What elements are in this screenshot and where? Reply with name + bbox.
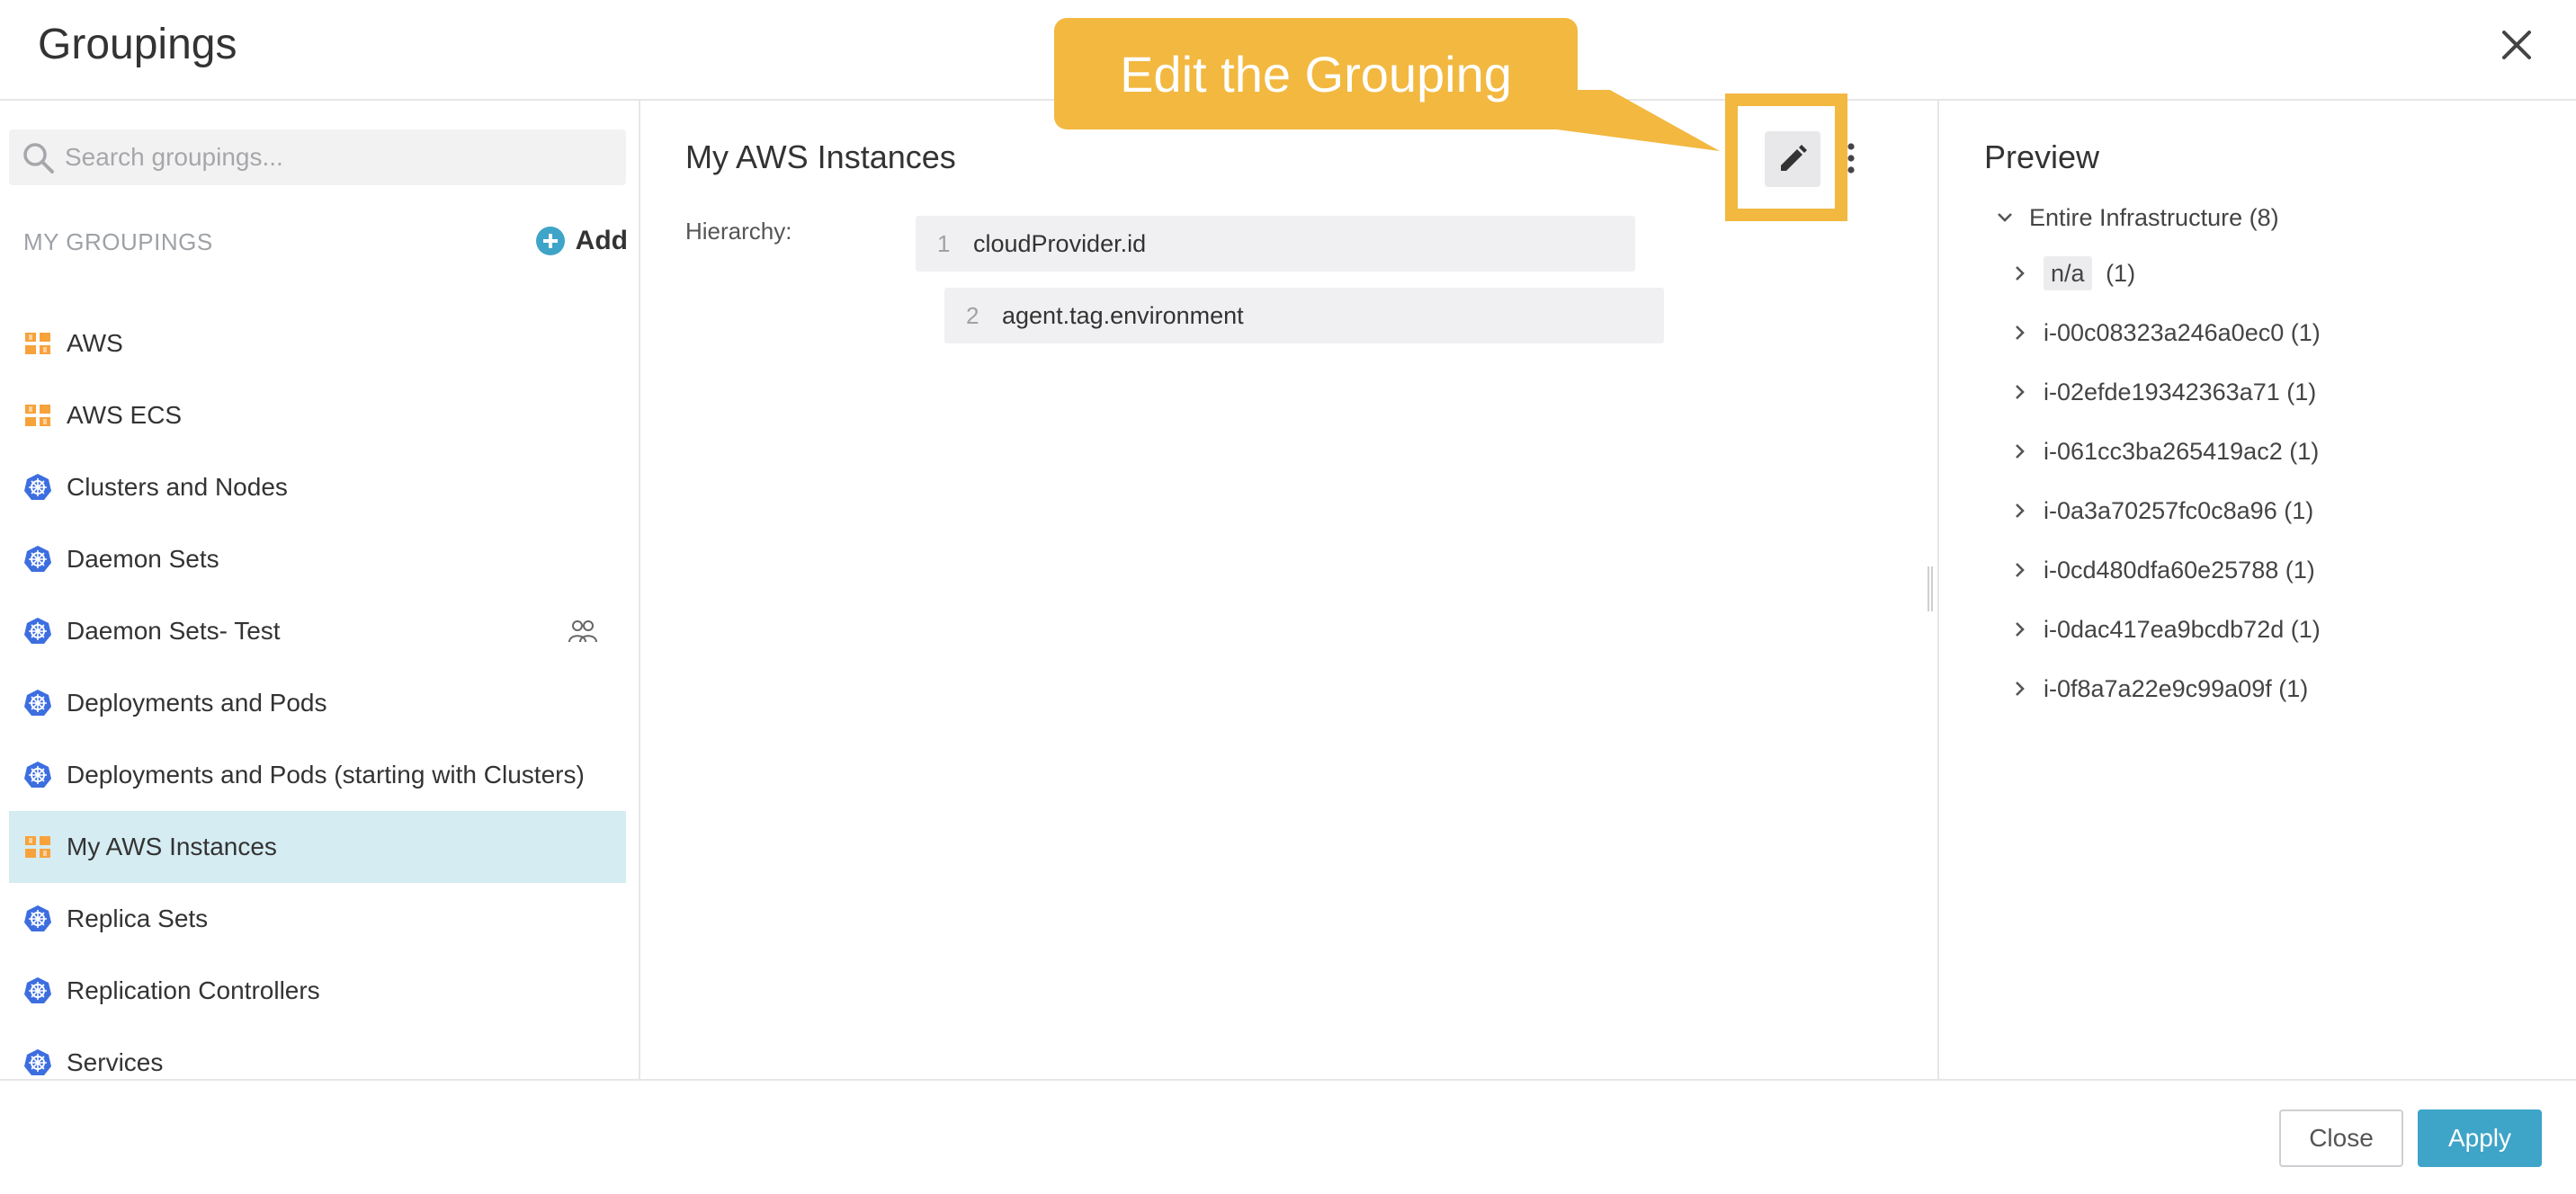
hierarchy-value: cloudProvider.id — [973, 229, 1147, 257]
hierarchy-number: 1 — [937, 229, 951, 257]
kubernetes-icon — [23, 689, 52, 717]
sidebar-item-label: Deployments and Pods (starting with Clus… — [67, 761, 585, 789]
add-grouping-button[interactable]: Add — [535, 223, 628, 259]
tree-node-label: i-061cc3ba265419ac2 (1) — [2044, 437, 2320, 465]
tree-node-label: i-0cd480dfa60e25788 (1) — [2044, 556, 2315, 584]
chevron-right-icon — [2016, 682, 2025, 696]
dialog-title: Groupings — [38, 21, 237, 68]
sidebar-item-replication-controllers[interactable]: Replication Controllers — [9, 955, 626, 1027]
close-icon[interactable] — [2495, 23, 2538, 67]
chevron-right-icon — [2016, 325, 2025, 340]
tree-node-label: n/a (1) — [2044, 255, 2135, 290]
more-options-icon[interactable] — [1844, 142, 1858, 174]
shared-users-icon — [568, 619, 597, 644]
close-button[interactable]: Close — [2279, 1109, 2403, 1167]
tree-child-node[interactable]: i-0f8a7a22e9c99a09f (1) — [2009, 669, 2308, 708]
sidebar-item-label: Services — [67, 1048, 164, 1076]
chevron-right-icon — [2016, 444, 2025, 459]
my-groupings-header: MY GROUPINGS Add — [23, 223, 628, 259]
section-label: MY GROUPINGS — [23, 228, 213, 255]
kubernetes-icon — [23, 904, 52, 933]
grouping-list: AWS AWS ECS Clusters and Nodes Daemon Sets D… — [9, 307, 626, 1079]
preview-title: Preview — [1984, 138, 2100, 175]
chevron-down-icon — [1998, 213, 2012, 222]
tree-node-label: Entire Infrastructure (8) — [2029, 203, 2279, 231]
groupings-sidebar: MY GROUPINGS Add AWS AWS ECS Clusters and … — [0, 101, 640, 1079]
tree-child-node[interactable]: n/a (1) — [2009, 254, 2135, 293]
sidebar-item-label: Deployments and Pods — [67, 689, 327, 717]
search-input[interactable] — [65, 129, 613, 185]
grouping-title: My AWS Instances — [685, 138, 956, 175]
tree-root-node[interactable]: Entire Infrastructure (8) — [1995, 200, 2279, 236]
sidebar-item-deployments-and-pods[interactable]: Deployments and Pods — [9, 667, 626, 739]
tree-child-node[interactable]: i-0dac417ea9bcdb72d (1) — [2009, 610, 2321, 649]
hierarchy-number: 2 — [966, 301, 979, 329]
plus-circle-icon — [535, 227, 565, 255]
callout-tooltip: Edit the Grouping — [1054, 18, 1578, 129]
hierarchy-level-1: 1 cloudProvider.id — [916, 216, 1635, 272]
hierarchy-value: agent.tag.environment — [1002, 301, 1244, 329]
sidebar-item-label: Clusters and Nodes — [67, 473, 288, 501]
hierarchy-level-2: 2 agent.tag.environment — [944, 288, 1664, 343]
tree-node-label: i-00c08323a246a0ec0 (1) — [2044, 318, 2321, 346]
kubernetes-icon — [23, 976, 52, 1005]
sidebar-item-services[interactable]: Services — [9, 1027, 626, 1079]
tree-node-label: i-0a3a70257fc0c8a96 (1) — [2044, 496, 2314, 524]
sidebar-item-label: Replication Controllers — [67, 976, 320, 1004]
chevron-right-icon — [2016, 563, 2025, 577]
aws-icon — [23, 833, 52, 861]
preview-panel: Preview Entire Infrastructure (8) n/a (1… — [1937, 101, 2576, 1079]
kubernetes-icon — [23, 1048, 52, 1077]
aws-icon — [23, 401, 52, 430]
sidebar-item-replica-sets[interactable]: Replica Sets — [9, 883, 626, 955]
edit-grouping-button[interactable] — [1765, 131, 1820, 187]
sidebar-item-aws[interactable]: AWS — [9, 307, 626, 379]
chevron-right-icon — [2016, 266, 2025, 281]
tree-node-label: i-0f8a7a22e9c99a09f (1) — [2044, 674, 2309, 702]
tree-child-node[interactable]: i-0cd480dfa60e25788 (1) — [2009, 550, 2315, 590]
kubernetes-icon — [23, 545, 52, 574]
add-label: Add — [575, 226, 628, 255]
sidebar-item-label: AWS — [67, 329, 123, 357]
chevron-right-icon — [2016, 503, 2025, 518]
sidebar-item-label: Daemon Sets- Test — [67, 617, 281, 645]
sidebar-item-label: Replica Sets — [67, 904, 209, 932]
aws-icon — [23, 329, 52, 358]
pencil-icon — [1781, 145, 1807, 171]
tree-child-node[interactable]: i-02efde19342363a71 (1) — [2009, 372, 2316, 412]
search-icon — [23, 143, 54, 174]
apply-button[interactable]: Apply — [2418, 1109, 2542, 1167]
tree-child-node[interactable]: i-0a3a70257fc0c8a96 (1) — [2009, 491, 2313, 530]
panel-resize-handle[interactable] — [1927, 566, 1934, 611]
hierarchy-label: Hierarchy: — [685, 218, 792, 245]
chevron-right-icon — [2016, 385, 2025, 399]
sidebar-item-deployments-and-pods-starting-with-clusters[interactable]: Deployments and Pods (starting with Clus… — [9, 739, 626, 811]
sidebar-item-daemon-sets[interactable]: Daemon Sets — [9, 523, 626, 595]
tree-child-node[interactable]: i-061cc3ba265419ac2 (1) — [2009, 432, 2319, 471]
chevron-right-icon — [2016, 622, 2025, 637]
dialog-footer: Close Apply — [0, 1079, 2576, 1194]
groupings-dialog: Groupings MY GROUPINGS Add AWS AWS ECS Clu… — [0, 0, 2576, 1194]
kubernetes-icon — [23, 761, 52, 789]
sidebar-item-label: My AWS Instances — [67, 833, 277, 860]
sidebar-item-clusters-and-nodes[interactable]: Clusters and Nodes — [9, 451, 626, 523]
tree-node-label: i-02efde19342363a71 (1) — [2044, 378, 2317, 405]
kubernetes-icon — [23, 473, 52, 502]
sidebar-item-label: Daemon Sets — [67, 545, 219, 573]
sidebar-item-label: AWS ECS — [67, 401, 183, 429]
sidebar-item-aws-ecs[interactable]: AWS ECS — [9, 379, 626, 451]
tree-child-node[interactable]: i-00c08323a246a0ec0 (1) — [2009, 313, 2321, 352]
tree-node-label: i-0dac417ea9bcdb72d (1) — [2044, 615, 2321, 643]
search-box[interactable] — [9, 129, 626, 185]
grouping-detail-panel: My AWS Instances Hierarchy: 1 cloudProvi… — [640, 101, 1937, 1079]
callout-text: Edit the Grouping — [1120, 45, 1512, 102]
sidebar-item-my-aws-instances[interactable]: My AWS Instances — [9, 811, 626, 883]
sidebar-item-daemon-sets-test[interactable]: Daemon Sets- Test — [9, 595, 626, 667]
kubernetes-icon — [23, 617, 52, 646]
